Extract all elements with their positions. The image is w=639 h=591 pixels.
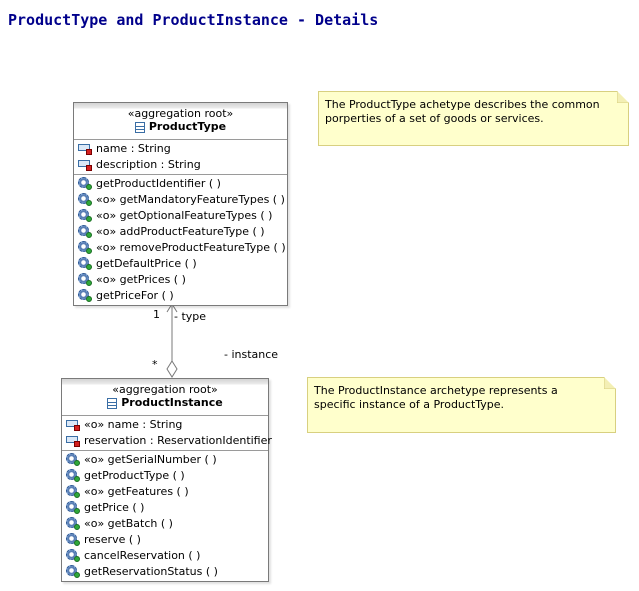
note-fold-icon [617,91,629,103]
attribute-compartment: «o» name : String reservation : Reservat… [62,416,272,450]
multiplicity-instance-end: * [152,358,158,371]
class-header: «aggregation root» ProductType [74,103,287,140]
class-product-type[interactable]: «aggregation root» ProductType name : St… [73,102,288,306]
role-instance-end: - instance [224,348,279,361]
operation-compartment: «o» getSerialNumber ( ) getProductType (… [62,449,268,581]
aggregation-diamond [166,360,178,378]
class-name-text: ProductInstance [121,396,223,409]
public-operation-icon [78,257,92,270]
operation-row[interactable]: «o» getPrices ( ) [78,272,287,288]
note-product-type[interactable]: The ProductType achetype describes the c… [318,91,629,146]
operation-row[interactable]: reserve ( ) [66,532,268,548]
public-operation-icon [66,485,80,498]
public-operation-icon [66,533,80,546]
operation-row[interactable]: «o» getSerialNumber ( ) [66,452,268,468]
operation-row[interactable]: «o» getMandatoryFeatureTypes ( ) [78,192,287,208]
note-text: The ProductInstance archetype represents… [314,384,558,411]
public-operation-icon [78,193,92,206]
operation-row[interactable]: getPriceFor ( ) [78,288,287,304]
private-attribute-icon [78,159,92,171]
class-name-text: ProductType [148,120,227,133]
private-attribute-icon [66,419,80,431]
public-operation-icon [66,469,80,482]
stereotype-label: «aggregation root» [127,107,234,120]
note-text: The ProductType achetype describes the c… [325,98,600,125]
operation-row[interactable]: «o» getFeatures ( ) [66,484,268,500]
class-name: ProductInstance [107,396,223,410]
operation-row[interactable]: «o» removeProductFeatureType ( ) [78,240,287,256]
public-operation-icon [78,289,92,302]
attribute-row[interactable]: reservation : ReservationIdentifier [66,433,272,449]
operation-compartment: getProductIdentifier ( ) «o» getMandator… [74,173,287,305]
operation-row[interactable]: cancelReservation ( ) [66,548,268,564]
multiplicity-type-end: 1 [153,308,160,321]
class-icon [134,121,145,133]
public-operation-icon [78,209,92,222]
public-operation-icon [78,177,92,190]
public-operation-icon [78,225,92,238]
public-operation-icon [78,241,92,254]
operation-row[interactable]: getProductIdentifier ( ) [78,176,287,192]
note-product-instance[interactable]: The ProductInstance archetype represents… [307,377,616,433]
class-product-instance[interactable]: «aggregation root» ProductInstance «o» n… [61,378,272,582]
role-type-end: - type [174,310,207,323]
class-icon [107,397,118,409]
attribute-compartment: name : String description : String [74,140,287,174]
operation-row[interactable]: getReservationStatus ( ) [66,564,268,580]
operation-row[interactable]: «o» getOptionalFeatureTypes ( ) [78,208,287,224]
class-name: ProductType [134,120,227,134]
operation-row[interactable]: «o» addProductFeatureType ( ) [78,224,287,240]
attribute-row[interactable]: description : String [78,157,287,173]
note-fold-icon [604,377,616,389]
class-header: «aggregation root» ProductInstance [62,379,268,416]
public-operation-icon [66,565,80,578]
public-operation-icon [66,549,80,562]
operation-row[interactable]: «o» getBatch ( ) [66,516,268,532]
public-operation-icon [66,453,80,466]
operation-row[interactable]: getPrice ( ) [66,500,268,516]
public-operation-icon [78,273,92,286]
operation-row[interactable]: getDefaultPrice ( ) [78,256,287,272]
private-attribute-icon [66,435,80,447]
private-attribute-icon [78,143,92,155]
attribute-row[interactable]: name : String [78,141,287,157]
public-operation-icon [66,517,80,530]
attribute-row[interactable]: «o» name : String [66,417,268,433]
operation-row[interactable]: getProductType ( ) [66,468,268,484]
stereotype-label: «aggregation root» [112,383,218,396]
public-operation-icon [66,501,80,514]
